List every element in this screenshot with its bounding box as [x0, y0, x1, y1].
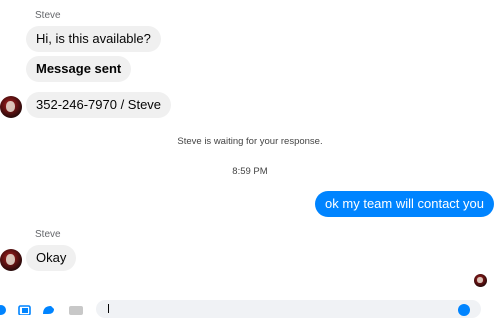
- outgoing-message[interactable]: ok my team will contact you: [315, 191, 494, 217]
- seen-indicator-avatar: [474, 274, 487, 287]
- sticker-icon[interactable]: [42, 305, 55, 315]
- incoming-message[interactable]: Okay: [26, 245, 77, 271]
- message-input[interactable]: [96, 300, 481, 318]
- gif-icon[interactable]: [68, 305, 84, 315]
- waiting-notice: Steve is waiting for your response.: [177, 136, 323, 147]
- incoming-message[interactable]: Hi, is this available?: [26, 26, 161, 52]
- contact-avatar[interactable]: [0, 96, 22, 118]
- incoming-message[interactable]: Message sent: [26, 56, 132, 82]
- sender-name: Steve: [35, 229, 61, 240]
- emoji-icon[interactable]: [458, 304, 470, 316]
- message-timestamp: 8:59 PM: [232, 166, 268, 177]
- incoming-message[interactable]: 352-246-7970 / Steve: [26, 92, 172, 118]
- sender-name: Steve: [35, 10, 61, 21]
- contact-avatar[interactable]: [0, 249, 22, 271]
- text-caret: [108, 304, 109, 313]
- photo-icon[interactable]: [18, 305, 31, 315]
- plus-icon[interactable]: [0, 305, 6, 315]
